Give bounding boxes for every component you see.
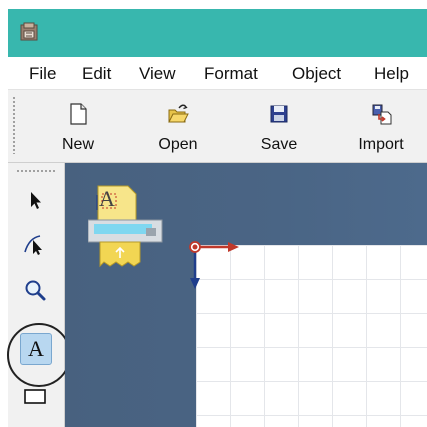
printer-object[interactable]: A <box>87 180 166 273</box>
save-disk-icon <box>270 105 288 123</box>
menu-bar: File Edit View Format Object Help <box>8 57 427 90</box>
select-tool[interactable] <box>20 185 50 215</box>
new-button-label: New <box>61 136 94 153</box>
rectangle-tool[interactable] <box>20 381 50 411</box>
text-icon: A <box>28 336 44 361</box>
toolbox-grip[interactable] <box>16 169 56 173</box>
node-edit-tool[interactable] <box>20 229 50 259</box>
new-document-icon <box>70 103 87 125</box>
import-button-label: Import <box>358 136 404 153</box>
open-button-label: Open <box>158 136 198 153</box>
toolbar-grip[interactable] <box>12 96 16 154</box>
zoom-tool[interactable] <box>20 275 50 305</box>
import-icon <box>372 104 392 125</box>
save-button-label: Save <box>260 136 298 153</box>
menu-view[interactable]: View <box>139 64 176 84</box>
save-button[interactable]: Save <box>239 94 319 156</box>
menu-file[interactable]: File <box>29 64 56 84</box>
magnifier-icon <box>25 280 46 301</box>
menu-object[interactable]: Object <box>292 64 341 84</box>
import-button[interactable]: Import <box>341 94 421 156</box>
new-button[interactable]: New <box>38 94 118 156</box>
menu-edit[interactable]: Edit <box>82 64 111 84</box>
printer-text-glyph: A <box>99 186 115 211</box>
arrow-pointer-icon <box>31 192 41 209</box>
open-button[interactable]: Open <box>138 94 218 156</box>
app-icon[interactable] <box>18 21 42 45</box>
origin-axes-icon <box>189 241 239 289</box>
menu-help[interactable]: Help <box>374 64 409 84</box>
menu-format[interactable]: Format <box>204 64 258 84</box>
origin-marker[interactable] <box>184 236 244 297</box>
main-toolbar: New Open Save Import <box>8 90 427 163</box>
rectangle-icon <box>24 389 46 404</box>
node-pointer-icon <box>24 235 42 255</box>
open-folder-icon <box>168 104 189 123</box>
title-bar <box>8 9 427 57</box>
tool-palette: A <box>8 163 65 427</box>
text-tool[interactable]: A <box>20 333 52 365</box>
